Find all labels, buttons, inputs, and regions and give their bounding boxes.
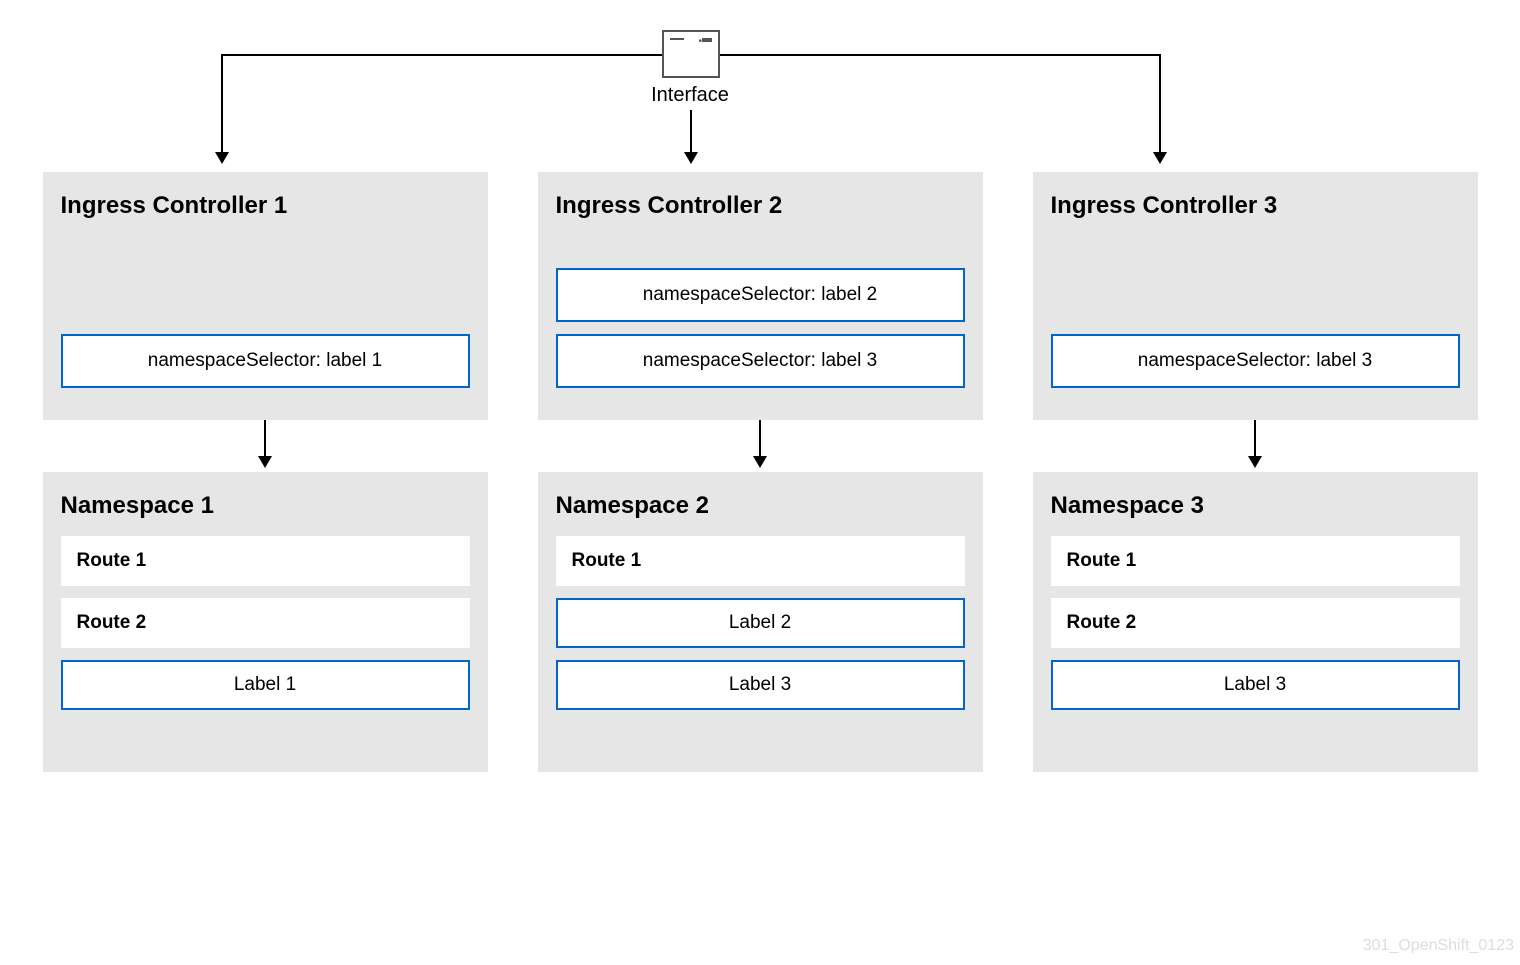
label-box: Label 1 <box>61 660 470 710</box>
controller-title: Ingress Controller 2 <box>556 192 965 220</box>
connector-line <box>1254 420 1256 458</box>
ingress-controller-3: Ingress Controller 3 namespaceSelector: … <box>1033 172 1478 420</box>
route-box: Route 1 <box>61 536 470 586</box>
connector-line <box>759 420 761 458</box>
namespace-2: Namespace 2 Route 1 Label 2 Label 3 <box>538 472 983 772</box>
column-3: Ingress Controller 3 namespaceSelector: … <box>1033 172 1478 772</box>
connector-line <box>221 54 223 154</box>
arrowhead-icon <box>1153 152 1167 164</box>
controller-title: Ingress Controller 3 <box>1051 192 1460 220</box>
watermark-text: 301_OpenShift_0123 <box>1363 937 1514 955</box>
arrow-wrapper <box>538 420 983 472</box>
namespace-3: Namespace 3 Route 1 Route 2 Label 3 <box>1033 472 1478 772</box>
arrowhead-icon <box>215 152 229 164</box>
arrowhead-icon <box>753 456 767 468</box>
arrow-wrapper <box>43 420 488 472</box>
namespace-selector-box: namespaceSelector: label 3 <box>556 334 965 388</box>
connector-line <box>1159 54 1161 154</box>
column-1: Ingress Controller 1 namespaceSelector: … <box>43 172 488 772</box>
route-box: Route 2 <box>1051 598 1460 648</box>
namespace-title: Namespace 1 <box>61 492 470 520</box>
connector-line <box>720 54 1160 56</box>
route-box: Route 2 <box>61 598 470 648</box>
controller-title: Ingress Controller 1 <box>61 192 470 220</box>
arrowhead-icon <box>1248 456 1262 468</box>
interface-label: Interface <box>640 84 740 107</box>
connector-line <box>222 54 662 56</box>
column-2: Ingress Controller 2 namespaceSelector: … <box>538 172 983 772</box>
interface-icon: ••• <box>662 30 720 78</box>
arrowhead-icon <box>258 456 272 468</box>
route-box: Route 1 <box>556 536 965 586</box>
namespace-selector-box: namespaceSelector: label 3 <box>1051 334 1460 388</box>
route-box: Route 1 <box>1051 536 1460 586</box>
namespace-selector-box: namespaceSelector: label 1 <box>61 334 470 388</box>
namespace-title: Namespace 3 <box>1051 492 1460 520</box>
arrow-wrapper <box>1033 420 1478 472</box>
namespace-title: Namespace 2 <box>556 492 965 520</box>
interface-dots-icon: ••• <box>698 36 712 47</box>
label-box: Label 3 <box>1051 660 1460 710</box>
namespace-1: Namespace 1 Route 1 Route 2 Label 1 <box>43 472 488 772</box>
connector-line <box>690 110 692 154</box>
diagram-root: ••• Interface Ingress Controller 1 names… <box>0 0 1520 965</box>
columns-wrapper: Ingress Controller 1 namespaceSelector: … <box>14 172 1506 772</box>
connector-line <box>264 420 266 458</box>
label-box: Label 3 <box>556 660 965 710</box>
ingress-controller-1: Ingress Controller 1 namespaceSelector: … <box>43 172 488 420</box>
label-box: Label 2 <box>556 598 965 648</box>
arrowhead-icon <box>684 152 698 164</box>
ingress-controller-2: Ingress Controller 2 namespaceSelector: … <box>538 172 983 420</box>
namespace-selector-box: namespaceSelector: label 2 <box>556 268 965 322</box>
